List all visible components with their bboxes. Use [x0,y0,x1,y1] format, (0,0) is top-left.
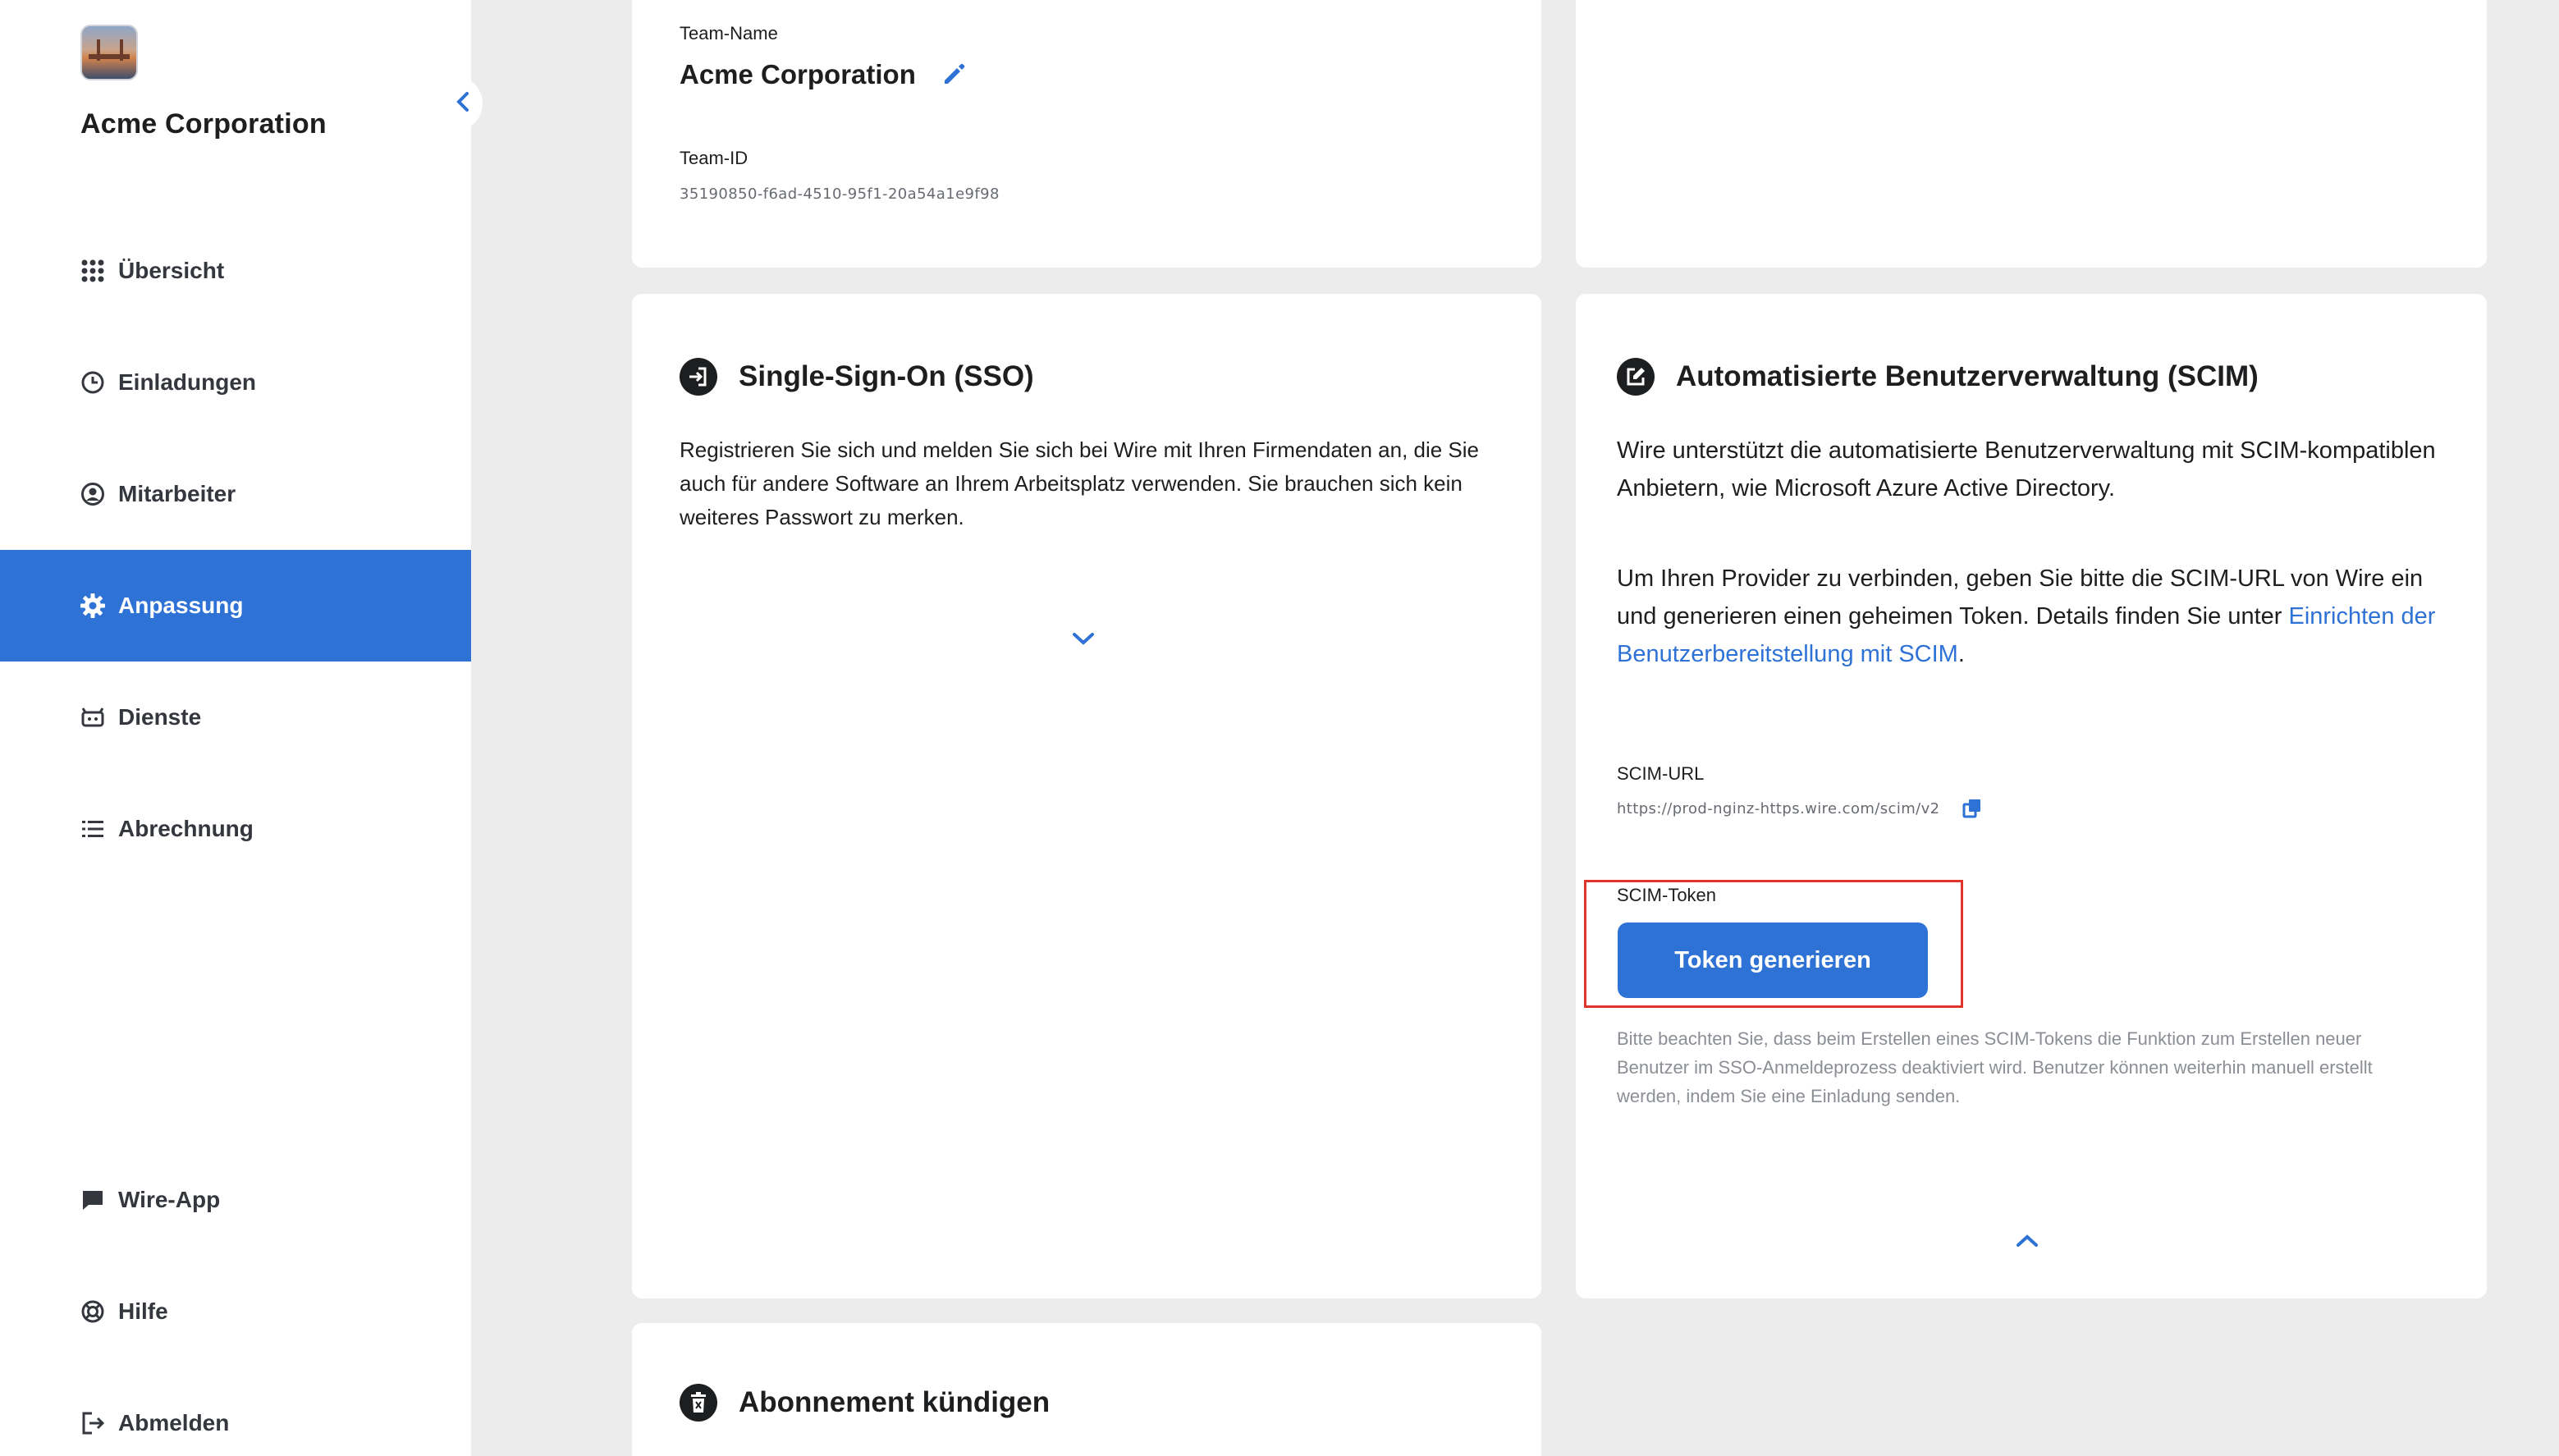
highlight-box [1584,880,1963,1008]
grid-icon [79,257,107,285]
sidebar-item-label: Einladungen [118,369,256,395]
bot-icon [79,703,107,731]
sso-card-header: Single-Sign-On (SSO) [680,358,1034,396]
team-info-card: Team-Name Acme Corporation Team-ID 35190… [632,0,1541,268]
scim-paragraph-2-end: . [1957,641,1965,667]
empty-card [1576,0,2487,268]
sidebar-item-label: Abmelden [118,1410,230,1435]
sidebar-item-anpassung[interactable]: Anpassung [0,550,471,662]
sidebar-item-label: Abrechnung [118,816,254,841]
cancel-card-title: Abonnement kündigen [739,1386,1051,1418]
cancel-subscription-card: Abonnement kündigen [632,1323,1541,1456]
scim-card-header: Automatisierte Benutzerverwaltung (SCIM) [1617,358,2259,396]
sidebar-item-wire-app[interactable]: Wire-App [0,1144,471,1256]
team-id-value: 35190850-f6ad-4510-95f1-20a54a1e9f98 [680,185,1000,203]
sidebar-item-label: Übersicht [118,258,225,283]
sidebar-item-dienste[interactable]: Dienste [0,662,471,773]
chevron-left-icon [455,89,471,118]
sidebar-item-label: Dienste [118,704,202,730]
scim-url-value: https://prod-nginz-https.wire.com/scim/v… [1617,799,1940,817]
team-avatar[interactable] [80,25,138,80]
sso-description: Registrieren Sie sich und melden Sie sic… [680,437,1480,529]
sidebar-bottom-nav: Wire-App Hilfe Abmelden [0,1144,471,1456]
sidebar-item-label: Mitarbeiter [118,481,236,506]
lifebuoy-icon [79,1298,107,1326]
sidebar-team-name: Acme Corporation [80,108,327,140]
scim-card-title: Automatisierte Benutzerverwaltung (SCIM) [1676,360,2259,392]
sidebar-item-uebersicht[interactable]: Übersicht [0,215,471,327]
scim-paragraph-1: Wire unterstützt die automatisierte Benu… [1617,437,2436,501]
sidebar-item-label: Anpassung [118,593,244,618]
sso-expand-button[interactable] [1070,630,1096,651]
sidebar-item-mitarbeiter[interactable]: Mitarbeiter [0,438,471,550]
scim-url-label: SCIM-URL [1617,763,1705,784]
list-icon [79,815,107,843]
user-circle-icon [79,480,107,508]
copy-icon[interactable] [1962,798,1983,819]
sidebar-item-label: Wire-App [118,1187,221,1212]
scim-paragraph-2: Um Ihren Provider zu verbinden, geben Si… [1617,560,2446,673]
scim-token-note: Bitte beachten Sie, dass beim Erstellen … [1617,1028,2373,1106]
chat-icon [79,1186,107,1214]
sso-card-title: Single-Sign-On (SSO) [739,360,1034,392]
sidebar-collapse-button[interactable] [443,76,483,131]
cancel-card-header: Abonnement kündigen [680,1384,1050,1422]
sidebar-item-hilfe[interactable]: Hilfe [0,1256,471,1367]
sidebar-item-abrechnung[interactable]: Abrechnung [0,773,471,885]
scim-collapse-button[interactable] [2014,1233,2040,1253]
sidebar-item-einladungen[interactable]: Einladungen [0,327,471,438]
chevron-down-icon [1070,633,1096,650]
team-id-label: Team-ID [680,148,748,168]
gear-icon [79,592,107,620]
login-icon [680,358,717,396]
sidebar-item-abmelden[interactable]: Abmelden [0,1367,471,1456]
pencil-icon[interactable] [941,62,967,88]
team-name-value: Acme Corporation [680,59,916,89]
scim-card: Automatisierte Benutzerverwaltung (SCIM)… [1576,294,2487,1298]
sidebar-item-label: Hilfe [118,1298,168,1324]
chevron-up-icon [2014,1234,2040,1252]
sidebar-nav: Übersicht Einladungen Mitarbeiter Anpass… [0,215,471,885]
clock-icon [79,369,107,396]
team-name-label: Team-Name [680,23,778,43]
sso-card: Single-Sign-On (SSO) Registrieren Sie si… [632,294,1541,1298]
trash-icon [680,1384,717,1422]
edit-box-icon [1617,358,1655,396]
logout-icon [79,1409,107,1437]
sidebar: Acme Corporation Übersicht Einladungen M… [0,0,471,1456]
